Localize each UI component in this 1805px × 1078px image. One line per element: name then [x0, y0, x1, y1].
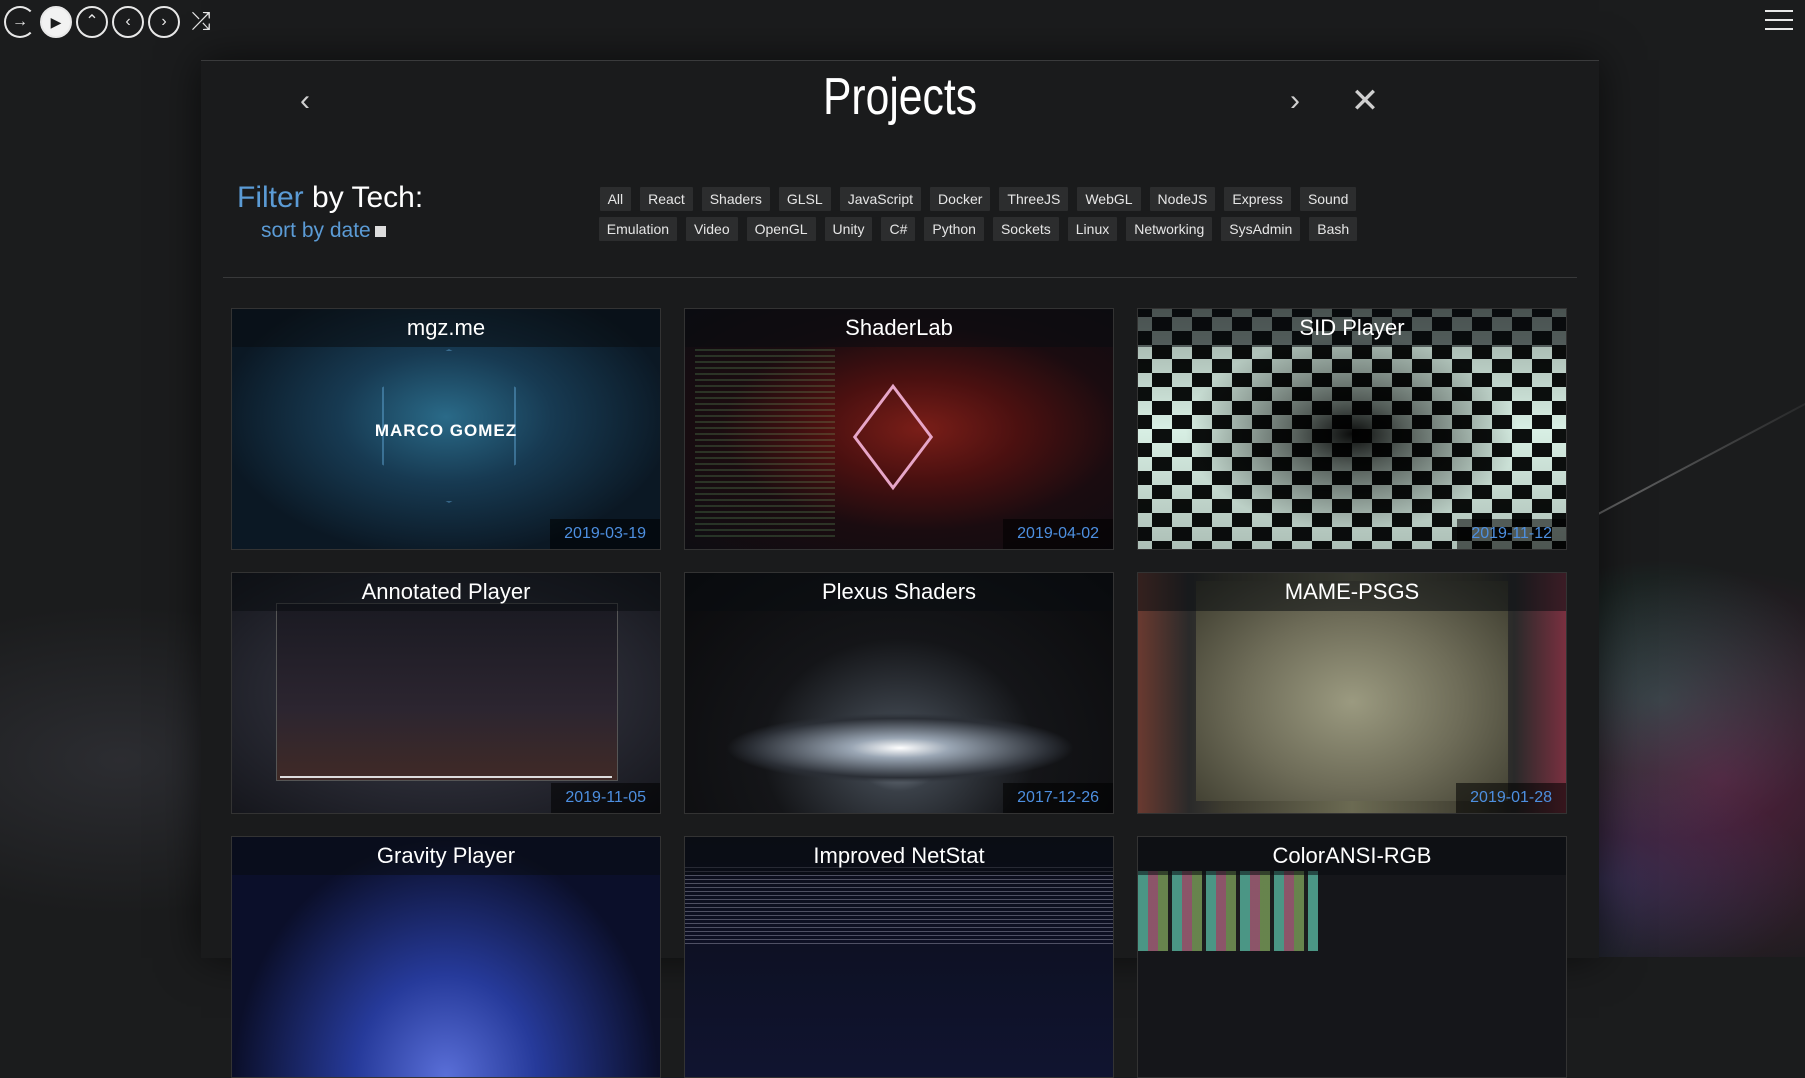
tag-threejs[interactable]: ThreeJS: [999, 187, 1069, 211]
tag-express[interactable]: Express: [1224, 187, 1291, 211]
tag-networking[interactable]: Networking: [1126, 217, 1213, 241]
filter-highlight: Filter: [237, 181, 304, 214]
tag-glsl[interactable]: GLSL: [778, 187, 831, 211]
tag-csharp[interactable]: C#: [881, 217, 916, 241]
close-icon[interactable]: ✕: [1345, 81, 1385, 121]
project-title: SID Player: [1138, 309, 1566, 347]
project-date: 2019-11-05: [551, 783, 660, 813]
projects-panel: ‹ Projects › ✕ Filter by Tech: sort by d…: [201, 60, 1599, 1078]
project-date: 2019-11-12: [1457, 519, 1566, 549]
project-card-mgz[interactable]: MARCO GOMEZ mgz.me 2019-03-19: [231, 308, 661, 550]
tag-webgl[interactable]: WebGL: [1077, 187, 1141, 211]
project-date: 2019-04-02: [1003, 519, 1113, 549]
project-title: Improved NetStat: [685, 837, 1113, 875]
project-card-coloransi-rgb[interactable]: ColorANSI-RGB: [1137, 836, 1567, 1078]
chevron-up-icon[interactable]: ⌃: [76, 6, 108, 38]
tag-linux[interactable]: Linux: [1067, 217, 1118, 241]
project-title: MAME-PSGS: [1138, 573, 1566, 611]
thumbnail-text: MARCO GOMEZ: [374, 421, 518, 440]
chevron-right-icon[interactable]: ›: [1275, 81, 1315, 121]
play-icon[interactable]: ▶: [40, 6, 72, 38]
chevron-right-icon[interactable]: ›: [148, 6, 180, 38]
chevron-left-icon[interactable]: ‹: [285, 81, 325, 121]
vinyl-disc-graphic: [725, 713, 1075, 783]
tag-opengl[interactable]: OpenGL: [746, 217, 816, 241]
project-title: Annotated Player: [232, 573, 660, 611]
cube-graphic: [852, 383, 934, 491]
project-title: ShaderLab: [685, 309, 1113, 347]
terminal-lines-graphic: [685, 867, 1113, 947]
shuffle-icon[interactable]: ⤮: [184, 6, 218, 38]
filter-heading-rest: by Tech:: [303, 181, 424, 214]
project-card-annotated-player[interactable]: Annotated Player 2019-11-05: [231, 572, 661, 814]
hamburger-menu-icon[interactable]: [1765, 10, 1793, 30]
project-card-plexus-shaders[interactable]: Plexus Shaders 2017-12-26: [684, 572, 1114, 814]
project-date: 2019-03-19: [550, 519, 660, 549]
filter-heading: Filter by Tech:: [237, 181, 423, 215]
project-date: 2017-12-26: [1003, 783, 1113, 813]
tag-docker[interactable]: Docker: [930, 187, 991, 211]
project-title: Plexus Shaders: [685, 573, 1113, 611]
tag-shaders[interactable]: Shaders: [701, 187, 770, 211]
tag-nodejs[interactable]: NodeJS: [1149, 187, 1216, 211]
exit-icon[interactable]: →: [4, 6, 36, 38]
tag-row: All React Shaders GLSL JavaScript Docker Three…: [598, 187, 1358, 211]
project-title: Gravity Player: [232, 837, 660, 875]
sort-label: sort by date: [261, 219, 371, 242]
tag-emulation[interactable]: Emulation: [598, 217, 678, 241]
chevron-left-icon[interactable]: ‹: [112, 6, 144, 38]
tag-javascript[interactable]: JavaScript: [839, 187, 922, 211]
tag-row: Emulation Video OpenGL Unity C# Python Sockets…: [598, 217, 1358, 241]
tag-video[interactable]: Video: [686, 217, 738, 241]
project-card-mame-psgs[interactable]: MAME-PSGS 2019-01-28: [1137, 572, 1567, 814]
project-title: mgz.me: [232, 309, 660, 347]
tag-bash[interactable]: Bash: [1309, 217, 1358, 241]
tag-unity[interactable]: Unity: [824, 217, 873, 241]
sort-checkbox[interactable]: [374, 225, 386, 237]
tag-all[interactable]: All: [599, 187, 632, 211]
sort-by-date-toggle[interactable]: sort by date: [261, 219, 386, 243]
tag-python[interactable]: Python: [924, 217, 984, 241]
game-screen-graphic: [1196, 581, 1508, 801]
timeline-bar: [280, 776, 612, 778]
project-title: ColorANSI-RGB: [1138, 837, 1566, 875]
player-controls: → ▶ ⌃ ‹ › ⤮: [4, 6, 218, 38]
project-date: 2019-01-28: [1456, 783, 1566, 813]
tech-filter-tags: All React Shaders GLSL JavaScript Docker Three…: [598, 187, 1358, 247]
tag-sysadmin[interactable]: SysAdmin: [1221, 217, 1301, 241]
project-card-improved-netstat[interactable]: Improved NetStat: [684, 836, 1114, 1078]
divider: [223, 277, 1577, 278]
project-card-gravity-player[interactable]: Gravity Player: [231, 836, 661, 1078]
project-card-sid-player[interactable]: SID Player 2019-11-12: [1137, 308, 1567, 550]
project-card-shaderlab[interactable]: ShaderLab 2019-04-02: [684, 308, 1114, 550]
code-graphic: [695, 349, 835, 539]
tag-sockets[interactable]: Sockets: [992, 217, 1059, 241]
video-frame: [276, 603, 618, 781]
color-grid-graphic: [1138, 871, 1318, 951]
tag-sound[interactable]: Sound: [1299, 187, 1357, 211]
tag-react[interactable]: React: [640, 187, 693, 211]
